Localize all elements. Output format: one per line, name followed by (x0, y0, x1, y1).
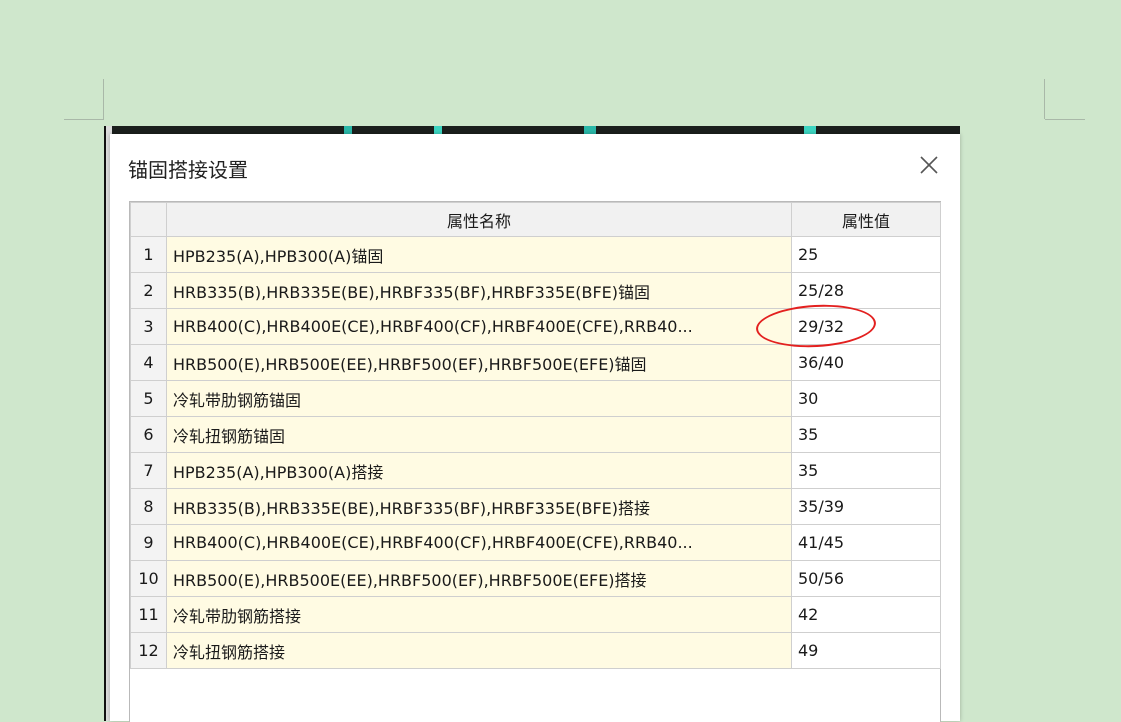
property-name-cell[interactable]: 冷轧扭钢筋搭接 (166, 632, 792, 669)
table-row[interactable]: 11 冷轧带肋钢筋搭接 42 (130, 596, 941, 633)
close-button[interactable] (916, 152, 942, 178)
cad-background-strip (104, 126, 960, 134)
row-index: 6 (130, 416, 167, 453)
table-row[interactable]: 1 HPB235(A),HPB300(A)锚固 25 (130, 236, 941, 273)
row-index: 8 (130, 488, 167, 525)
property-name-cell[interactable]: HRB400(C),HRB400E(CE),HRBF400(CF),HRBF40… (166, 308, 792, 345)
property-value-cell[interactable]: 29/32 (791, 308, 941, 345)
dialog-title: 锚固搭接设置 (128, 158, 248, 182)
property-name-cell[interactable]: HRB500(E),HRB500E(EE),HRBF500(EF),HRBF50… (166, 344, 792, 381)
property-name-cell[interactable]: HRB400(C),HRB400E(CE),HRBF400(CF),HRBF40… (166, 524, 792, 561)
property-grid: 属性名称 属性值 1 HPB235(A),HPB300(A)锚固 25 2 HRB335… (129, 201, 941, 722)
table-row[interactable]: 2 HRB335(B),HRB335E(BE),HRBF335(BF),HRBF3… (130, 272, 941, 309)
table-row[interactable]: 5 冷轧带肋钢筋锚固 30 (130, 380, 941, 417)
row-index: 1 (130, 236, 167, 273)
row-index: 11 (130, 596, 167, 633)
row-index: 10 (130, 560, 167, 597)
property-name-cell[interactable]: HRB335(B),HRB335E(BE),HRBF335(BF),HRBF33… (166, 488, 792, 525)
property-name-cell[interactable]: HRB500(E),HRB500E(EE),HRBF500(EF),HRBF50… (166, 560, 792, 597)
header-property-value: 属性值 (791, 202, 941, 237)
row-index: 5 (130, 380, 167, 417)
row-index: 4 (130, 344, 167, 381)
property-value-cell[interactable]: 41/45 (791, 524, 941, 561)
table-row[interactable]: 12 冷轧扭钢筋搭接 49 (130, 632, 941, 669)
property-value-cell[interactable]: 25/28 (791, 272, 941, 309)
row-index: 12 (130, 632, 167, 669)
row-index: 2 (130, 272, 167, 309)
table-row[interactable]: 6 冷轧扭钢筋锚固 35 (130, 416, 941, 453)
property-value-cell[interactable]: 30 (791, 380, 941, 417)
crop-mark-left-horizontal (64, 119, 104, 120)
table-row[interactable]: 10 HRB500(E),HRB500E(EE),HRBF500(EF),HRBF… (130, 560, 941, 597)
anchorage-lap-settings-dialog: 锚固搭接设置 属性名称 属性值 1 HPB235(A),HPB300(A)锚固 25… (110, 134, 960, 722)
header-index (130, 202, 167, 237)
property-table: 属性名称 属性值 1 HPB235(A),HPB300(A)锚固 25 2 HRB335… (130, 202, 941, 669)
table-row[interactable]: 7 HPB235(A),HPB300(A)搭接 35 (130, 452, 941, 489)
close-icon (920, 156, 938, 174)
property-value-cell[interactable]: 49 (791, 632, 941, 669)
property-value-cell[interactable]: 25 (791, 236, 941, 273)
crop-mark-right-horizontal (1045, 119, 1085, 120)
property-value-cell[interactable]: 35/39 (791, 488, 941, 525)
row-index: 3 (130, 308, 167, 345)
crop-mark-right-vertical (1044, 79, 1045, 119)
property-value-cell[interactable]: 35 (791, 416, 941, 453)
header-property-name: 属性名称 (166, 202, 792, 237)
crop-mark-left-vertical (103, 79, 104, 119)
row-index: 7 (130, 452, 167, 489)
property-value-cell[interactable]: 35 (791, 452, 941, 489)
property-name-cell[interactable]: HPB235(A),HPB300(A)锚固 (166, 236, 792, 273)
property-name-cell[interactable]: HRB335(B),HRB335E(BE),HRBF335(BF),HRBF33… (166, 272, 792, 309)
property-name-cell[interactable]: 冷轧带肋钢筋搭接 (166, 596, 792, 633)
property-value-cell[interactable]: 42 (791, 596, 941, 633)
table-row[interactable]: 4 HRB500(E),HRB500E(EE),HRBF500(EF),HRBF5… (130, 344, 941, 381)
table-row[interactable]: 8 HRB335(B),HRB335E(BE),HRBF335(BF),HRBF3… (130, 488, 941, 525)
table-row[interactable]: 3 HRB400(C),HRB400E(CE),HRBF400(CF),HRBF4… (130, 308, 941, 345)
table-row[interactable]: 9 HRB400(C),HRB400E(CE),HRBF400(CF),HRBF4… (130, 524, 941, 561)
property-value-cell[interactable]: 36/40 (791, 344, 941, 381)
row-index: 9 (130, 524, 167, 561)
table-header-row: 属性名称 属性值 (130, 202, 941, 237)
property-value-cell[interactable]: 50/56 (791, 560, 941, 597)
property-name-cell[interactable]: 冷轧扭钢筋锚固 (166, 416, 792, 453)
property-name-cell[interactable]: 冷轧带肋钢筋锚固 (166, 380, 792, 417)
property-name-cell[interactable]: HPB235(A),HPB300(A)搭接 (166, 452, 792, 489)
